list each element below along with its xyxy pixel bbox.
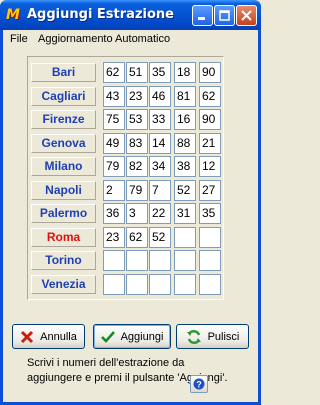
number-field[interactable] bbox=[199, 274, 221, 295]
number-field[interactable]: 53 bbox=[126, 109, 148, 130]
city-label-torino: Torino bbox=[31, 251, 96, 270]
number-field[interactable]: 2 bbox=[103, 180, 125, 201]
number-field[interactable] bbox=[126, 250, 148, 271]
number-field[interactable]: 21 bbox=[199, 133, 221, 154]
number-field[interactable] bbox=[126, 274, 148, 295]
clear-label: Pulisci bbox=[207, 330, 240, 343]
extraction-grid: Bari 62 51 35 18 90 Cagliari 43 23 46 81 62 Firenze 7… bbox=[27, 56, 224, 300]
number-field[interactable]: 18 bbox=[174, 62, 196, 83]
number-field[interactable]: 51 bbox=[126, 62, 148, 83]
minimize-button[interactable] bbox=[192, 5, 213, 26]
svg-text:?: ? bbox=[196, 380, 202, 390]
add-button[interactable]: Aggiungi bbox=[93, 324, 171, 349]
number-field[interactable]: 33 bbox=[149, 109, 171, 130]
number-field[interactable]: 75 bbox=[103, 109, 125, 130]
number-field[interactable]: 79 bbox=[126, 180, 148, 201]
number-field[interactable]: 23 bbox=[103, 227, 125, 248]
city-label-genova: Genova bbox=[31, 134, 96, 153]
window-title: Aggiungi Estrazione bbox=[27, 7, 174, 22]
cancel-button[interactable]: Annulla bbox=[12, 324, 85, 349]
menu-bar: File Aggiornamento Automatico bbox=[3, 30, 258, 48]
number-field[interactable]: 31 bbox=[174, 203, 196, 224]
number-field[interactable]: 90 bbox=[199, 62, 221, 83]
menu-aggiornamento-automatico[interactable]: Aggiornamento Automatico bbox=[38, 33, 170, 45]
number-field[interactable] bbox=[174, 250, 196, 271]
close-icon bbox=[241, 10, 252, 21]
number-field[interactable] bbox=[103, 250, 125, 271]
aggiungi-estrazione-window: M Aggiungi Estrazione File Aggiornamento… bbox=[0, 0, 261, 405]
city-label-bari: Bari bbox=[31, 63, 96, 82]
question-icon: ? bbox=[193, 378, 205, 390]
cancel-label: Annulla bbox=[40, 330, 77, 343]
add-label: Aggiungi bbox=[120, 330, 164, 343]
number-field[interactable]: 62 bbox=[199, 86, 221, 107]
number-field[interactable] bbox=[199, 227, 221, 248]
refresh-icon bbox=[186, 329, 201, 344]
maximize-button[interactable] bbox=[214, 5, 235, 26]
city-label-milano: Milano bbox=[31, 157, 96, 176]
number-field[interactable] bbox=[174, 274, 196, 295]
number-field[interactable]: 27 bbox=[199, 180, 221, 201]
number-field[interactable] bbox=[103, 274, 125, 295]
number-field[interactable]: 90 bbox=[199, 109, 221, 130]
minimize-icon bbox=[198, 17, 205, 20]
number-field[interactable]: 23 bbox=[126, 86, 148, 107]
app-icon: M bbox=[6, 7, 20, 23]
number-field[interactable]: 52 bbox=[149, 227, 171, 248]
number-field[interactable]: 52 bbox=[174, 180, 196, 201]
city-label-napoli: Napoli bbox=[31, 181, 96, 200]
title-bar[interactable]: M Aggiungi Estrazione bbox=[0, 0, 261, 30]
city-label-roma: Roma bbox=[31, 228, 96, 247]
number-field[interactable]: 81 bbox=[174, 86, 196, 107]
city-label-venezia: Venezia bbox=[31, 275, 96, 294]
number-field[interactable]: 12 bbox=[199, 156, 221, 177]
number-field[interactable]: 22 bbox=[149, 203, 171, 224]
number-field[interactable]: 35 bbox=[199, 203, 221, 224]
number-field[interactable] bbox=[149, 274, 171, 295]
check-icon bbox=[100, 330, 115, 343]
number-field[interactable]: 46 bbox=[149, 86, 171, 107]
number-field[interactable]: 34 bbox=[149, 156, 171, 177]
number-field[interactable]: 79 bbox=[103, 156, 125, 177]
number-field[interactable] bbox=[149, 250, 171, 271]
number-field[interactable]: 16 bbox=[174, 109, 196, 130]
number-field[interactable]: 3 bbox=[126, 203, 148, 224]
number-field[interactable]: 35 bbox=[149, 62, 171, 83]
city-label-palermo: Palermo bbox=[31, 204, 96, 223]
x-icon bbox=[21, 330, 34, 343]
number-field[interactable] bbox=[199, 250, 221, 271]
number-field[interactable]: 82 bbox=[126, 156, 148, 177]
number-field[interactable]: 62 bbox=[126, 227, 148, 248]
number-field[interactable]: 88 bbox=[174, 133, 196, 154]
menu-file[interactable]: File bbox=[10, 33, 28, 45]
number-field[interactable]: 43 bbox=[103, 86, 125, 107]
city-label-cagliari: Cagliari bbox=[31, 87, 96, 106]
clear-button[interactable]: Pulisci bbox=[176, 324, 249, 349]
number-field[interactable] bbox=[174, 227, 196, 248]
number-field[interactable]: 83 bbox=[126, 133, 148, 154]
close-button[interactable] bbox=[236, 5, 257, 26]
city-label-firenze: Firenze bbox=[31, 110, 96, 129]
number-field[interactable]: 36 bbox=[103, 203, 125, 224]
help-button[interactable]: ? bbox=[190, 375, 208, 393]
number-field[interactable]: 14 bbox=[149, 133, 171, 154]
maximize-icon bbox=[219, 10, 230, 21]
number-field[interactable]: 62 bbox=[103, 62, 125, 83]
number-field[interactable]: 49 bbox=[103, 133, 125, 154]
number-field[interactable]: 7 bbox=[149, 180, 171, 201]
number-field[interactable]: 38 bbox=[174, 156, 196, 177]
